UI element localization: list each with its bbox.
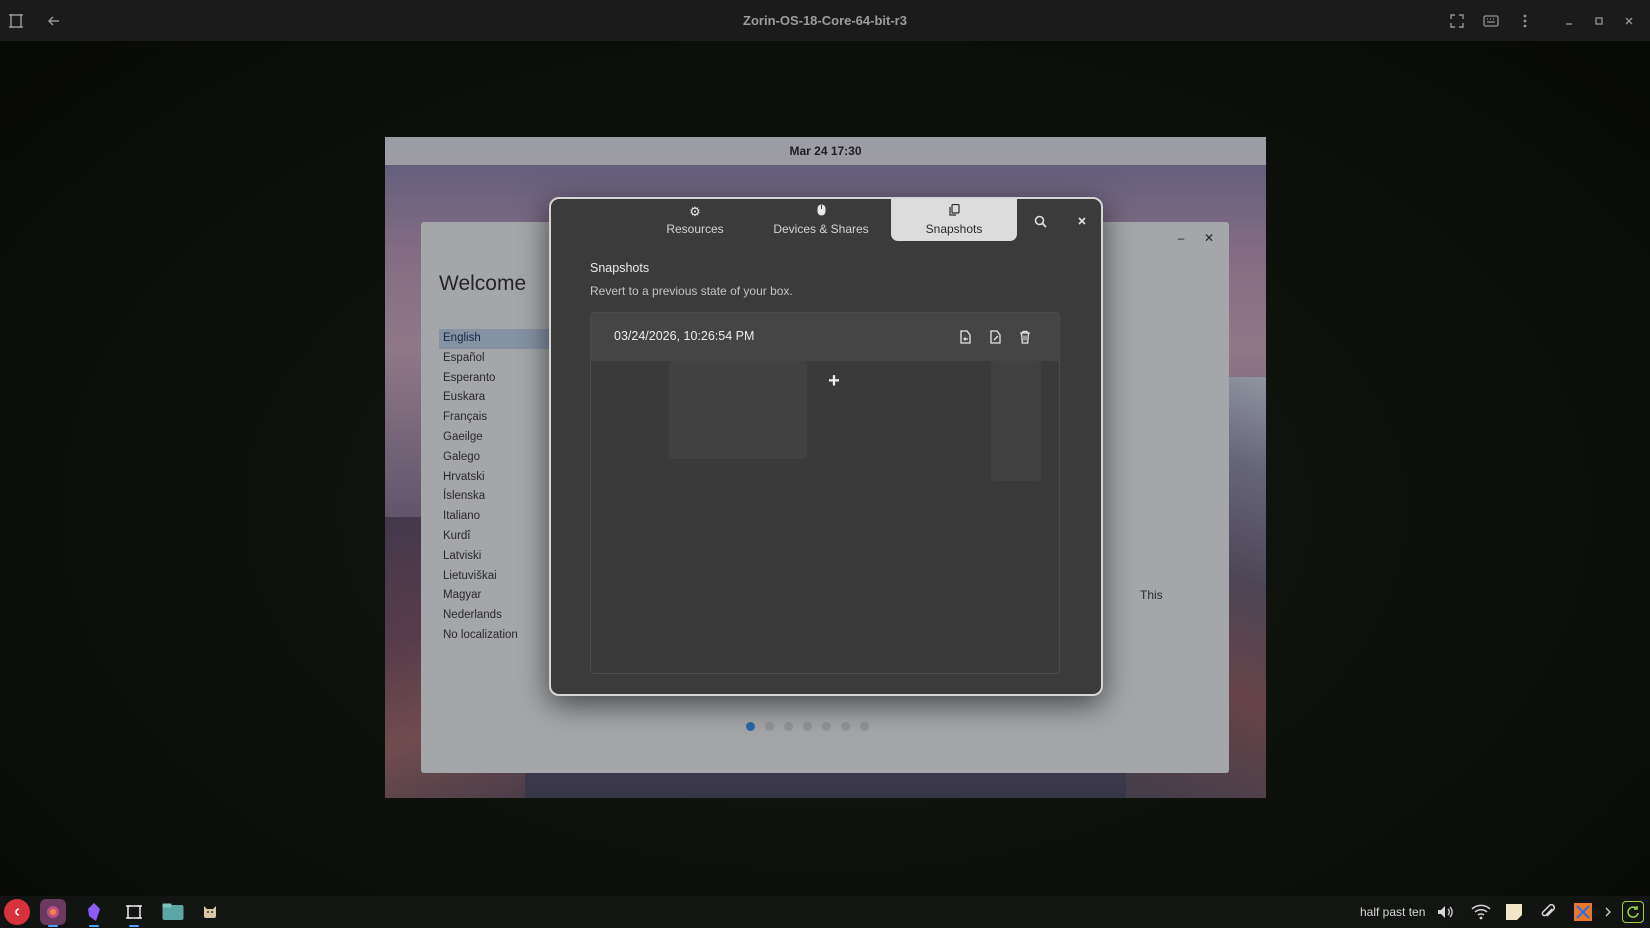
vm-content-ghost bbox=[669, 361, 807, 459]
boxes-icon[interactable] bbox=[121, 899, 147, 925]
tab-snapshots[interactable]: Snapshots bbox=[891, 199, 1017, 241]
revert-snapshot-icon[interactable] bbox=[955, 327, 975, 347]
language-item[interactable]: Magyar bbox=[439, 586, 549, 606]
menu-dots-icon[interactable] bbox=[1512, 8, 1538, 34]
rename-snapshot-icon[interactable] bbox=[985, 327, 1005, 347]
clock[interactable]: half past ten bbox=[1360, 905, 1425, 919]
gear-icon: ⚙ bbox=[689, 203, 701, 219]
language-item[interactable]: Gaeilge bbox=[439, 428, 549, 448]
language-item[interactable]: Kurdî bbox=[439, 527, 549, 547]
cat-icon[interactable] bbox=[197, 899, 223, 925]
mouse-icon bbox=[817, 204, 826, 218]
update-icon[interactable] bbox=[1622, 901, 1644, 923]
firefox-icon[interactable] bbox=[40, 899, 66, 925]
page-dot bbox=[746, 722, 755, 731]
vm-properties-dialog: ⚙ Resources Devices & Shares Snapshots S… bbox=[549, 197, 1103, 696]
language-item[interactable]: English bbox=[439, 329, 549, 349]
page-dot bbox=[784, 722, 793, 731]
window-title: Zorin-OS-18-Core-64-bit-r3 bbox=[743, 13, 907, 28]
keyboard-icon[interactable] bbox=[1478, 8, 1504, 34]
section-description: Revert to a previous state of your box. bbox=[590, 284, 793, 298]
paperclip-icon[interactable] bbox=[1537, 901, 1559, 923]
volume-icon[interactable] bbox=[1434, 901, 1456, 923]
running-indicator bbox=[89, 925, 99, 927]
language-item[interactable]: Lietuviškai bbox=[439, 567, 549, 587]
language-item[interactable]: Íslenska bbox=[439, 487, 549, 507]
search-icon[interactable] bbox=[1027, 209, 1053, 233]
copy-icon bbox=[948, 203, 960, 218]
language-item[interactable]: Italiano bbox=[439, 507, 549, 527]
page-dot bbox=[822, 722, 831, 731]
language-item[interactable]: Hrvatski bbox=[439, 468, 549, 488]
close-icon[interactable] bbox=[1616, 8, 1642, 34]
language-list: English Español Esperanto Euskara Français Ga… bbox=[439, 329, 549, 646]
welcome-title: Welcome bbox=[439, 272, 527, 295]
dialog-close-icon[interactable] bbox=[1069, 209, 1095, 233]
running-indicator bbox=[129, 925, 139, 927]
vm-top-bar: Mar 24 17:30 bbox=[385, 137, 1266, 165]
language-item[interactable]: Esperanto bbox=[439, 369, 549, 389]
debian-icon[interactable] bbox=[4, 899, 30, 925]
maximize-icon[interactable] bbox=[1586, 8, 1612, 34]
running-indicator bbox=[48, 925, 58, 927]
app-indicator-icon[interactable] bbox=[1572, 901, 1594, 923]
page-dot bbox=[860, 722, 869, 731]
language-item[interactable]: Français bbox=[439, 408, 549, 428]
chevron-right-icon[interactable] bbox=[1597, 901, 1619, 923]
vm-clock: Mar 24 17:30 bbox=[789, 144, 862, 158]
header-bar: Zorin-OS-18-Core-64-bit-r3 bbox=[0, 0, 1650, 41]
welcome-minimize-icon[interactable]: – bbox=[1171, 228, 1191, 248]
language-item[interactable]: Galego bbox=[439, 448, 549, 468]
tab-bar: ⚙ Resources Devices & Shares Snapshots bbox=[551, 199, 1101, 243]
tab-label: Devices & Shares bbox=[773, 222, 869, 236]
tab-label: Resources bbox=[666, 221, 724, 236]
minimize-icon[interactable] bbox=[1556, 8, 1582, 34]
page-dot bbox=[803, 722, 812, 731]
vm-content-ghost bbox=[991, 361, 1041, 481]
snapshot-date: 03/24/2026, 10:26:54 PM bbox=[614, 329, 755, 343]
files-icon[interactable] bbox=[160, 899, 186, 925]
language-item[interactable]: No localization bbox=[439, 626, 549, 646]
tab-resources[interactable]: ⚙ Resources bbox=[632, 199, 758, 241]
page-dot bbox=[841, 722, 850, 731]
welcome-text-fragment: This bbox=[1140, 588, 1163, 602]
language-item[interactable]: Euskara bbox=[439, 388, 549, 408]
obsidian-icon[interactable] bbox=[81, 899, 107, 925]
language-item[interactable]: Español bbox=[439, 349, 549, 369]
snapshot-row: 03/24/2026, 10:26:54 PM bbox=[591, 313, 1059, 361]
section-title: Snapshots bbox=[590, 261, 650, 275]
tab-devices-shares[interactable]: Devices & Shares bbox=[758, 199, 884, 241]
page-dot bbox=[765, 722, 774, 731]
snapshot-list: 03/24/2026, 10:26:54 PM + bbox=[590, 312, 1060, 674]
sticky-notes-icon[interactable] bbox=[1503, 901, 1525, 923]
wifi-icon[interactable] bbox=[1470, 901, 1492, 923]
language-item[interactable]: Latviski bbox=[439, 547, 549, 567]
fullscreen-icon[interactable] bbox=[1444, 8, 1470, 34]
add-snapshot-button[interactable]: + bbox=[823, 370, 845, 392]
delete-snapshot-icon[interactable] bbox=[1015, 327, 1035, 347]
tab-label: Snapshots bbox=[925, 222, 983, 236]
taskbar: half past ten bbox=[0, 896, 1650, 928]
language-item[interactable]: Nederlands bbox=[439, 606, 549, 626]
welcome-close-icon[interactable]: ✕ bbox=[1199, 228, 1219, 248]
page-indicator bbox=[746, 722, 869, 731]
